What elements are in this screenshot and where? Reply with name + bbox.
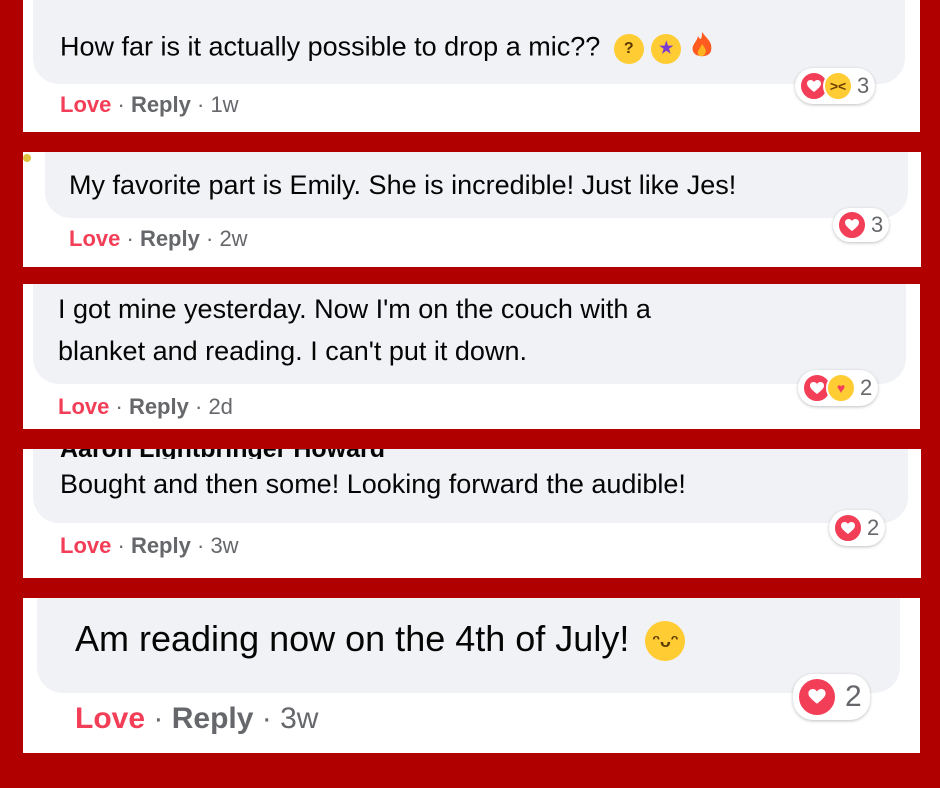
star-struck-icon: ★: [651, 33, 682, 64]
love-link[interactable]: Love: [58, 394, 109, 419]
reaction-count: 3: [857, 73, 870, 98]
love-link[interactable]: Love: [69, 226, 120, 251]
love-reaction-icon: [837, 210, 867, 240]
love-reaction-icon: [797, 677, 837, 717]
separator: ·: [153, 702, 164, 735]
timestamp[interactable]: 1w: [210, 92, 238, 117]
comment-text-line-1: I got mine yesterday. Now I'm on the cou…: [58, 294, 651, 324]
separator: ·: [196, 92, 205, 117]
timestamp[interactable]: 2d: [208, 394, 232, 419]
comment-card-1: How far is it actually possible to drop …: [23, 0, 920, 132]
comment-actions: Love · Reply · 3w: [75, 702, 318, 736]
reaction-count: 2: [867, 515, 880, 540]
comment-text: How far is it actually possible to drop …: [60, 30, 715, 67]
love-link[interactable]: Love: [60, 92, 111, 117]
comment-actions: Love · Reply · 1w: [60, 92, 239, 118]
comment-text-line-2: blanket and reading. I can't put it down…: [58, 336, 527, 366]
comment-actions: Love · Reply · 3w: [60, 533, 239, 559]
reaction-summary[interactable]: ♥ 2: [798, 370, 879, 406]
reaction-summary[interactable]: 2: [793, 674, 870, 720]
separator: ·: [126, 226, 134, 251]
separator: ·: [117, 92, 125, 117]
reply-link[interactable]: Reply: [129, 394, 189, 419]
timestamp[interactable]: 2w: [219, 226, 247, 251]
comment-text: Bought and then some! Looking forward th…: [60, 469, 686, 499]
reaction-count: 2: [860, 375, 873, 400]
reaction-count: 3: [871, 212, 884, 237]
comment-card-3: I got mine yesterday. Now I'm on the cou…: [23, 284, 920, 429]
separator: ·: [205, 226, 214, 251]
timestamp[interactable]: 3w: [280, 702, 318, 735]
comment-card-4: Aaron Lightbringer Howard Bought and the…: [23, 449, 921, 578]
reply-link[interactable]: Reply: [131, 92, 191, 117]
comment-card-2: My favorite part is Emily. She is incred…: [23, 152, 921, 267]
comment-card-5: Am reading now on the 4th of July! ᵔᴗᵔ 2…: [23, 598, 920, 753]
laughing-reaction-icon: ><: [823, 71, 853, 101]
comment-actions: Love · Reply · 2w: [69, 226, 248, 252]
reply-link[interactable]: Reply: [140, 226, 200, 251]
reply-link[interactable]: Reply: [131, 533, 191, 558]
separator: ·: [196, 533, 205, 558]
avatar: [23, 154, 31, 162]
separator: ·: [261, 702, 272, 735]
reaction-summary[interactable]: 3: [833, 208, 890, 242]
separator: ·: [117, 533, 125, 558]
separator: ·: [115, 394, 123, 419]
reaction-summary[interactable]: 2: [829, 510, 886, 546]
love-link[interactable]: Love: [60, 533, 111, 558]
thinking-face-icon: ?: [613, 33, 644, 64]
separator: ·: [194, 394, 203, 419]
fire-icon: [689, 30, 715, 67]
love-link[interactable]: Love: [75, 702, 145, 735]
comment-actions: Love · Reply · 2d: [58, 394, 233, 420]
reaction-count: 2: [845, 680, 862, 713]
hugging-reaction-icon: ♥: [826, 373, 856, 403]
reaction-summary[interactable]: >< 3: [795, 68, 876, 104]
grinning-face-icon: ᵔᴗᵔ: [645, 621, 686, 662]
comment-text: Am reading now on the 4th of July! ᵔᴗᵔ: [75, 618, 686, 662]
author-name[interactable]: Aaron Lightbringer Howard: [60, 449, 560, 459]
reply-link[interactable]: Reply: [172, 702, 254, 735]
comment-text: My favorite part is Emily. She is incred…: [69, 170, 737, 200]
timestamp[interactable]: 3w: [210, 533, 238, 558]
love-reaction-icon: [833, 513, 863, 543]
